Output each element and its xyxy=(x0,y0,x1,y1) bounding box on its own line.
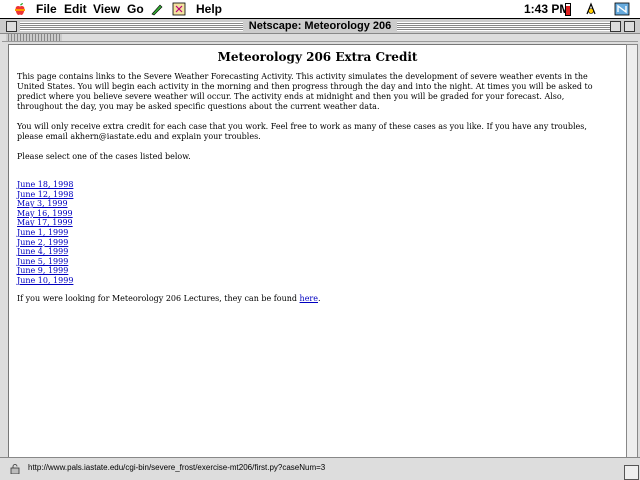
case-link[interactable]: June 5, 1999 xyxy=(17,257,68,266)
case-list: June 18, 1998 June 12, 1998 May 3, 1999 … xyxy=(17,180,626,286)
security-lock-icon[interactable] xyxy=(10,464,20,474)
intro-paragraph: This page contains links to the Severe W… xyxy=(17,72,593,111)
case-link[interactable]: June 4, 1999 xyxy=(17,247,68,256)
case-link[interactable]: May 17, 1999 xyxy=(17,218,73,227)
menu-help[interactable]: Help xyxy=(196,2,222,16)
status-url: http://www.pals.iastate.edu/cgi-bin/seve… xyxy=(28,463,326,472)
resize-grow-box[interactable] xyxy=(624,465,639,480)
battery-icon xyxy=(565,3,571,16)
footer-paragraph: If you were looking for Meteorology 206 … xyxy=(17,294,611,304)
footer-period: . xyxy=(318,293,321,303)
toolbar-tab[interactable] xyxy=(6,34,62,41)
case-link[interactable]: June 18, 1998 xyxy=(17,180,73,189)
list-item: May 17, 1999 xyxy=(17,218,626,228)
case-link[interactable]: May 16, 1999 xyxy=(17,209,73,218)
menu-go[interactable]: Go xyxy=(127,2,144,16)
menu-file[interactable]: File xyxy=(36,2,57,16)
case-link[interactable]: June 1, 1999 xyxy=(17,228,68,237)
vertical-scrollbar[interactable] xyxy=(626,44,638,462)
zoom-box[interactable] xyxy=(610,21,621,32)
case-link[interactable]: June 2, 1999 xyxy=(17,238,68,247)
clock[interactable]: 1:43 PM xyxy=(524,2,569,16)
case-link[interactable]: June 12, 1998 xyxy=(17,190,73,199)
menu-bar: File Edit View Go Help 1:43 PM xyxy=(0,0,640,19)
application-icon[interactable] xyxy=(172,2,186,16)
list-item: June 10, 1999 xyxy=(17,276,626,286)
case-link[interactable]: May 3, 1999 xyxy=(17,199,68,208)
list-item: June 18, 1998 xyxy=(17,180,626,190)
list-item: June 9, 1999 xyxy=(17,266,626,276)
footer-text: If you were looking for Meteorology 206 … xyxy=(17,293,300,303)
menu-edit[interactable]: Edit xyxy=(64,2,87,16)
collapse-box[interactable] xyxy=(624,21,635,32)
collapsed-toolbar[interactable] xyxy=(2,34,638,42)
page-content: Meteorology 206 Extra Credit This page c… xyxy=(8,44,627,478)
list-item: June 1, 1999 xyxy=(17,228,626,238)
control-strip-icon[interactable] xyxy=(584,2,598,16)
lectures-link[interactable]: here xyxy=(300,294,318,303)
status-bar: http://www.pals.iastate.edu/cgi-bin/seve… xyxy=(0,457,640,480)
netscape-app-icon[interactable] xyxy=(614,2,630,16)
page-heading: Meteorology 206 Extra Credit xyxy=(217,50,418,64)
case-link[interactable]: June 10, 1999 xyxy=(17,276,73,285)
list-item: June 12, 1998 xyxy=(17,190,626,200)
credit-paragraph: You will only receive extra credit for e… xyxy=(17,122,587,141)
window-title-bar[interactable]: Netscape: Meteorology 206 xyxy=(0,19,640,34)
menu-view[interactable]: View xyxy=(93,2,120,16)
case-link[interactable]: June 9, 1999 xyxy=(17,266,68,275)
select-prompt: Please select one of the cases listed be… xyxy=(17,152,191,161)
list-item: June 2, 1999 xyxy=(17,238,626,248)
apple-menu-icon[interactable] xyxy=(13,2,27,16)
pen-icon[interactable] xyxy=(150,2,164,16)
list-item: May 16, 1999 xyxy=(17,209,626,219)
list-item: June 4, 1999 xyxy=(17,247,626,257)
browser-window: Netscape: Meteorology 206 Meteorology 20… xyxy=(0,19,640,480)
list-item: May 3, 1999 xyxy=(17,199,626,209)
list-item: June 5, 1999 xyxy=(17,257,626,267)
window-title: Netscape: Meteorology 206 xyxy=(242,20,398,32)
